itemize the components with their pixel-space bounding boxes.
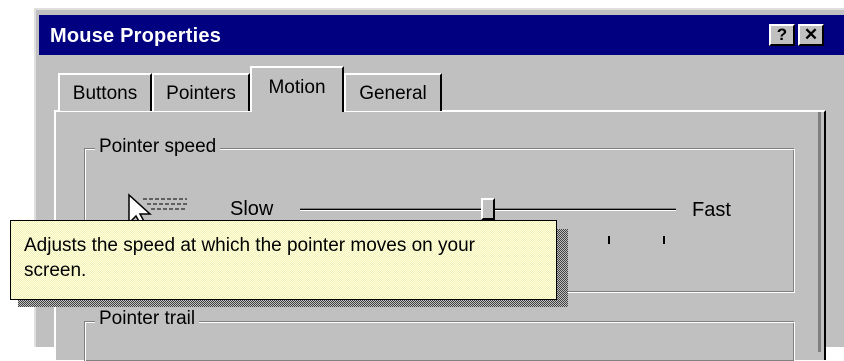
close-icon: ✕	[803, 25, 819, 44]
tab-motion[interactable]: Motion	[250, 66, 344, 112]
tooltip-text: Adjusts the speed at which the pointer m…	[24, 235, 475, 281]
slider-tick	[662, 236, 665, 244]
panel-shadow	[818, 112, 821, 352]
slider-tick	[608, 236, 611, 244]
tab-pointers-label: Pointers	[166, 83, 236, 104]
tab-buttons[interactable]: Buttons	[58, 73, 152, 111]
pointer-trail-group: Pointer trail	[84, 308, 795, 361]
pointer-speed-slider-thumb[interactable]	[481, 198, 495, 220]
help-button[interactable]: ?	[769, 24, 795, 46]
tab-buttons-label: Buttons	[72, 83, 138, 104]
window-title: Mouse Properties	[50, 25, 222, 47]
help-tooltip: Adjusts the speed at which the pointer m…	[10, 220, 557, 300]
title-bar[interactable]: Mouse Properties ? ✕	[39, 15, 844, 55]
tab-general[interactable]: General	[344, 73, 442, 111]
tab-general-label: General	[359, 83, 427, 104]
pointer-trail-label: Pointer trail	[95, 308, 200, 330]
help-icon: ?	[776, 25, 788, 44]
close-button[interactable]: ✕	[798, 24, 824, 46]
pointer-speed-label: Pointer speed	[95, 136, 221, 158]
tab-motion-label: Motion	[268, 77, 326, 98]
tab-pointers[interactable]: Pointers	[152, 73, 250, 111]
fast-label: Fast	[692, 199, 731, 221]
slow-label: Slow	[230, 198, 274, 220]
